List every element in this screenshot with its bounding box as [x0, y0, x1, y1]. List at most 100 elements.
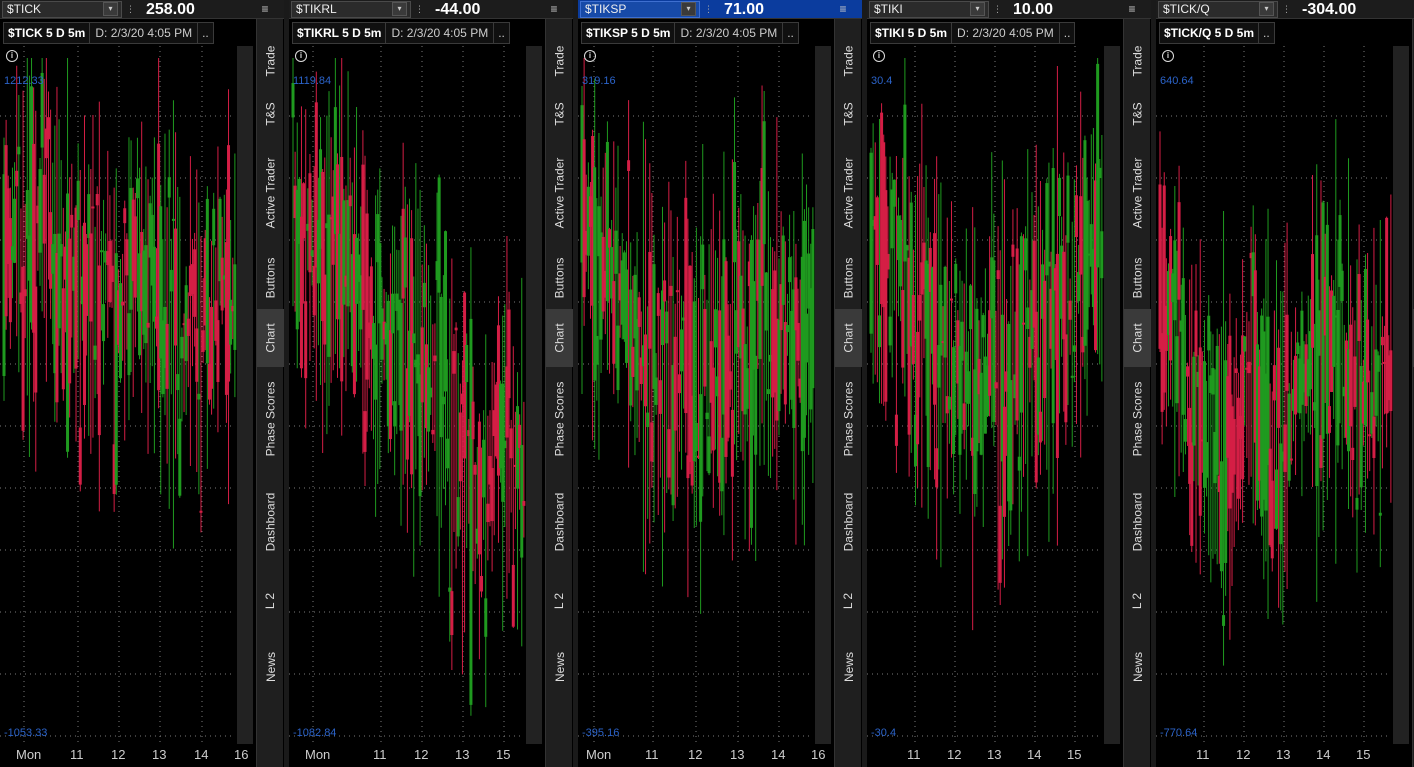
- candlestick-chart[interactable]: [867, 46, 1122, 744]
- side-tab-dashboard[interactable]: Dashboard: [1124, 471, 1151, 573]
- candlestick-chart[interactable]: [0, 46, 255, 744]
- chart-title[interactable]: $TIKI 5 D 5m: [870, 22, 953, 44]
- side-tab-active-trader[interactable]: Active Trader: [835, 139, 862, 247]
- chart-date: D: 2/3/20 4:05 PM: [386, 22, 495, 44]
- dropdown-arrow-icon[interactable]: ▾: [392, 2, 407, 16]
- side-tab-t-s[interactable]: T&S: [257, 91, 284, 137]
- side-tab-phase-scores[interactable]: Phase Scores: [1124, 369, 1151, 469]
- info-icon[interactable]: i: [873, 50, 885, 62]
- side-tab-chart[interactable]: Chart: [257, 309, 284, 367]
- candlestick-chart[interactable]: [1156, 46, 1411, 744]
- side-tab-phase-scores[interactable]: Phase Scores: [835, 369, 862, 469]
- side-tab-buttons[interactable]: Buttons: [257, 249, 284, 307]
- side-tab-t-s[interactable]: T&S: [1124, 91, 1151, 137]
- info-icon[interactable]: i: [1162, 50, 1174, 62]
- x-tick-label: 13: [1276, 747, 1291, 762]
- chart-more-button[interactable]: ..: [1259, 22, 1275, 44]
- menu-icon[interactable]: ≡: [1125, 2, 1139, 16]
- side-tab-label: T&S: [263, 102, 278, 126]
- info-icon[interactable]: i: [584, 50, 596, 62]
- x-tick-label: 15: [1067, 747, 1082, 762]
- info-icon[interactable]: i: [295, 50, 307, 62]
- side-tab-active-trader[interactable]: Active Trader: [257, 139, 284, 247]
- side-tab-chart[interactable]: Chart: [835, 309, 862, 367]
- side-tab-label: Active Trader: [841, 157, 856, 229]
- side-tab-label: Chart: [552, 323, 567, 353]
- chart-title[interactable]: $TICK 5 D 5m: [3, 22, 91, 44]
- price-axis[interactable]: [1393, 46, 1409, 744]
- price-axis[interactable]: [526, 46, 542, 744]
- side-tab-label: Dashboard: [552, 492, 567, 552]
- chart-more-button[interactable]: ..: [783, 22, 799, 44]
- x-tick-label: 14: [1316, 747, 1331, 762]
- x-tick-label: 14: [1027, 747, 1042, 762]
- x-tick-label: 13: [152, 747, 167, 762]
- side-tab-t-s[interactable]: T&S: [835, 91, 862, 137]
- time-axis: 11 12 13 14 15: [867, 744, 1122, 767]
- side-tab-news[interactable]: News: [835, 629, 862, 705]
- link-icon[interactable]: ⋮: [704, 3, 713, 15]
- menu-icon[interactable]: ≡: [836, 2, 850, 16]
- side-tab-label: Active Trader: [552, 157, 567, 229]
- dropdown-arrow-icon[interactable]: ▾: [1259, 2, 1274, 16]
- side-tab-l-2[interactable]: L 2: [546, 575, 573, 627]
- side-tab-bar: Trade T&S Active Trader Buttons Chart Phase S…: [256, 19, 284, 767]
- side-tab-active-trader[interactable]: Active Trader: [1124, 139, 1151, 247]
- side-tab-l-2[interactable]: L 2: [835, 575, 862, 627]
- side-tab-news[interactable]: News: [546, 629, 573, 705]
- price-axis[interactable]: [1104, 46, 1120, 744]
- candlestick-chart[interactable]: [289, 46, 544, 744]
- side-tab-buttons[interactable]: Buttons: [546, 249, 573, 307]
- candlestick-chart[interactable]: [578, 46, 833, 744]
- side-tab-dashboard[interactable]: Dashboard: [546, 471, 573, 573]
- side-tab-label: News: [841, 651, 856, 683]
- chart-title[interactable]: $TIKRL 5 D 5m: [292, 22, 387, 44]
- x-tick-label: 12: [111, 747, 126, 762]
- side-tab-trade[interactable]: Trade: [257, 33, 284, 89]
- side-tab-l-2[interactable]: L 2: [1124, 575, 1151, 627]
- last-price: -44.00: [435, 1, 481, 18]
- side-tab-news[interactable]: News: [257, 629, 284, 705]
- dropdown-arrow-icon[interactable]: ▾: [970, 2, 985, 16]
- dropdown-arrow-icon[interactable]: ▾: [103, 2, 118, 16]
- link-icon[interactable]: ⋮: [1282, 3, 1291, 15]
- link-icon[interactable]: ⋮: [126, 3, 135, 15]
- side-tab-trade[interactable]: Trade: [1124, 33, 1151, 89]
- side-tab-buttons[interactable]: Buttons: [835, 249, 862, 307]
- dropdown-arrow-icon[interactable]: ▾: [681, 2, 696, 16]
- x-tick-label: 16: [811, 747, 826, 762]
- menu-icon[interactable]: ≡: [258, 2, 272, 16]
- side-tab-l-2[interactable]: L 2: [257, 575, 284, 627]
- side-tab-buttons[interactable]: Buttons: [1124, 249, 1151, 307]
- chart-title[interactable]: $TICK/Q 5 D 5m: [1159, 22, 1260, 44]
- x-tick-label: Mon: [16, 747, 42, 762]
- link-icon[interactable]: ⋮: [993, 3, 1002, 15]
- side-tab-trade[interactable]: Trade: [546, 33, 573, 89]
- side-tab-trade[interactable]: Trade: [835, 33, 862, 89]
- range-high-label: 1119.84: [293, 75, 332, 87]
- side-tab-chart[interactable]: Chart: [1124, 309, 1151, 367]
- side-tab-active-trader[interactable]: Active Trader: [546, 139, 573, 247]
- chart-title[interactable]: $TIKSP 5 D 5m: [581, 22, 676, 44]
- side-tab-t-s[interactable]: T&S: [546, 91, 573, 137]
- x-tick-label: 16: [234, 747, 249, 762]
- price-axis[interactable]: [815, 46, 831, 744]
- link-icon[interactable]: ⋮: [415, 3, 424, 15]
- price-axis[interactable]: [237, 46, 253, 744]
- chart-more-button[interactable]: ..: [494, 22, 510, 44]
- side-tab-phase-scores[interactable]: Phase Scores: [546, 369, 573, 469]
- chart-date: D: 2/3/20 4:05 PM: [90, 22, 199, 44]
- info-icon[interactable]: i: [6, 50, 18, 62]
- side-tab-phase-scores[interactable]: Phase Scores: [257, 369, 284, 469]
- side-tab-label: Dashboard: [263, 492, 278, 552]
- chart-more-button[interactable]: ..: [1059, 22, 1076, 44]
- side-tab-chart[interactable]: Chart: [546, 309, 573, 367]
- chart-more-button[interactable]: ..: [198, 22, 214, 44]
- x-tick-label: 13: [730, 747, 745, 762]
- menu-icon[interactable]: ≡: [547, 2, 561, 16]
- side-tab-dashboard[interactable]: Dashboard: [835, 471, 862, 573]
- symbol-bar: $TIKSP ▾ ⋮ 71.00 ≡: [578, 0, 862, 19]
- x-tick-label: 12: [1236, 747, 1251, 762]
- side-tab-news[interactable]: News: [1124, 629, 1151, 705]
- side-tab-dashboard[interactable]: Dashboard: [257, 471, 284, 573]
